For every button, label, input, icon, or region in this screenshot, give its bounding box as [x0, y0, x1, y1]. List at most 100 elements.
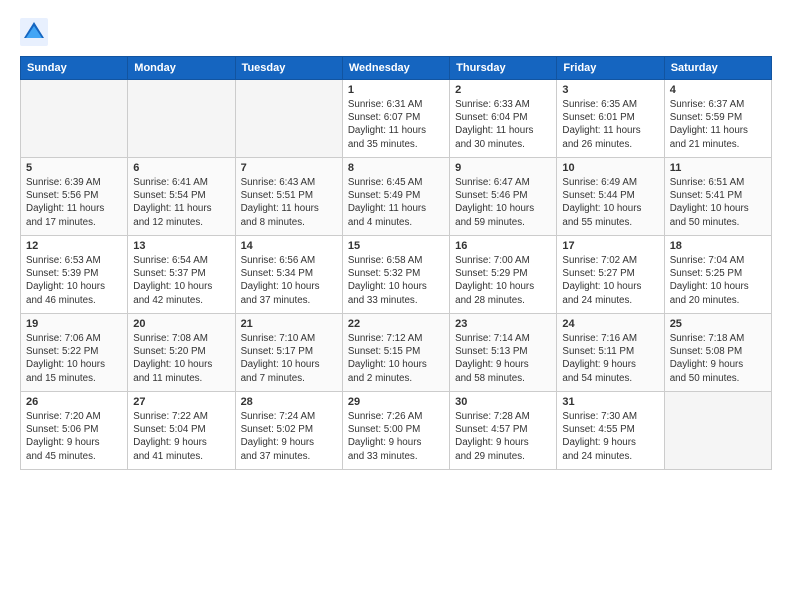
- day-info: Sunrise: 7:26 AMSunset: 5:00 PMDaylight:…: [348, 410, 444, 463]
- day-cell: 20 Sunrise: 7:08 AMSunset: 5:20 PMDayligh…: [128, 314, 235, 392]
- day-cell: [664, 392, 771, 470]
- day-number: 22: [348, 318, 444, 330]
- day-number: 1: [348, 84, 444, 96]
- day-info: Sunrise: 7:08 AMSunset: 5:20 PMDaylight:…: [133, 332, 229, 385]
- day-cell: 17 Sunrise: 7:02 AMSunset: 5:27 PMDayligh…: [557, 236, 664, 314]
- page: SundayMondayTuesdayWednesdayThursdayFrid…: [0, 0, 792, 480]
- day-info: Sunrise: 6:51 AMSunset: 5:41 PMDaylight:…: [670, 176, 766, 229]
- week-row-4: 26 Sunrise: 7:20 AMSunset: 5:06 PMDayligh…: [21, 392, 772, 470]
- day-cell: 10 Sunrise: 6:49 AMSunset: 5:44 PMDayligh…: [557, 158, 664, 236]
- day-cell: 5 Sunrise: 6:39 AMSunset: 5:56 PMDaylight…: [21, 158, 128, 236]
- day-cell: [235, 80, 342, 158]
- day-info: Sunrise: 6:35 AMSunset: 6:01 PMDaylight:…: [562, 98, 658, 151]
- day-info: Sunrise: 6:31 AMSunset: 6:07 PMDaylight:…: [348, 98, 444, 151]
- day-number: 16: [455, 240, 551, 252]
- day-info: Sunrise: 6:37 AMSunset: 5:59 PMDaylight:…: [670, 98, 766, 151]
- day-info: Sunrise: 7:12 AMSunset: 5:15 PMDaylight:…: [348, 332, 444, 385]
- day-info: Sunrise: 7:16 AMSunset: 5:11 PMDaylight:…: [562, 332, 658, 385]
- weekday-header-row: SundayMondayTuesdayWednesdayThursdayFrid…: [21, 57, 772, 80]
- day-number: 6: [133, 162, 229, 174]
- day-cell: 15 Sunrise: 6:58 AMSunset: 5:32 PMDayligh…: [342, 236, 449, 314]
- day-cell: 26 Sunrise: 7:20 AMSunset: 5:06 PMDayligh…: [21, 392, 128, 470]
- day-cell: [128, 80, 235, 158]
- day-cell: 3 Sunrise: 6:35 AMSunset: 6:01 PMDaylight…: [557, 80, 664, 158]
- day-cell: 21 Sunrise: 7:10 AMSunset: 5:17 PMDayligh…: [235, 314, 342, 392]
- header: [20, 18, 772, 46]
- day-info: Sunrise: 6:41 AMSunset: 5:54 PMDaylight:…: [133, 176, 229, 229]
- day-cell: 4 Sunrise: 6:37 AMSunset: 5:59 PMDaylight…: [664, 80, 771, 158]
- day-info: Sunrise: 7:02 AMSunset: 5:27 PMDaylight:…: [562, 254, 658, 307]
- logo: [20, 18, 52, 46]
- day-cell: 8Sunrise: 6:45 AMSunset: 5:49 PMDaylight…: [342, 158, 449, 236]
- day-cell: 13Sunrise: 6:54 AMSunset: 5:37 PMDayligh…: [128, 236, 235, 314]
- day-cell: 30 Sunrise: 7:28 AMSunset: 4:57 PMDayligh…: [450, 392, 557, 470]
- weekday-header-friday: Friday: [557, 57, 664, 80]
- day-number: 10: [562, 162, 658, 174]
- day-info: Sunrise: 6:49 AMSunset: 5:44 PMDaylight:…: [562, 176, 658, 229]
- weekday-header-sunday: Sunday: [21, 57, 128, 80]
- day-info: Sunrise: 7:18 AMSunset: 5:08 PMDaylight:…: [670, 332, 766, 385]
- day-cell: 28Sunrise: 7:24 AMSunset: 5:02 PMDayligh…: [235, 392, 342, 470]
- day-cell: 14Sunrise: 6:56 AMSunset: 5:34 PMDayligh…: [235, 236, 342, 314]
- day-cell: 22 Sunrise: 7:12 AMSunset: 5:15 PMDayligh…: [342, 314, 449, 392]
- day-info: Sunrise: 6:56 AMSunset: 5:34 PMDaylight:…: [241, 254, 337, 307]
- day-info: Sunrise: 6:43 AMSunset: 5:51 PMDaylight:…: [241, 176, 337, 229]
- day-number: 2: [455, 84, 551, 96]
- day-info: Sunrise: 7:00 AMSunset: 5:29 PMDaylight:…: [455, 254, 551, 307]
- weekday-header-monday: Monday: [128, 57, 235, 80]
- day-number: 26: [26, 396, 122, 408]
- day-info: Sunrise: 6:54 AMSunset: 5:37 PMDaylight:…: [133, 254, 229, 307]
- logo-icon: [20, 18, 48, 46]
- day-number: 12: [26, 240, 122, 252]
- day-info: Sunrise: 6:53 AMSunset: 5:39 PMDaylight:…: [26, 254, 122, 307]
- day-info: Sunrise: 6:47 AMSunset: 5:46 PMDaylight:…: [455, 176, 551, 229]
- day-number: 5: [26, 162, 122, 174]
- day-info: Sunrise: 7:22 AMSunset: 5:04 PMDaylight:…: [133, 410, 229, 463]
- day-number: 24: [562, 318, 658, 330]
- week-row-0: 1 Sunrise: 6:31 AMSunset: 6:07 PMDaylight…: [21, 80, 772, 158]
- day-info: Sunrise: 7:06 AMSunset: 5:22 PMDaylight:…: [26, 332, 122, 385]
- day-info: Sunrise: 7:28 AMSunset: 4:57 PMDaylight:…: [455, 410, 551, 463]
- day-info: Sunrise: 7:30 AMSunset: 4:55 PMDaylight:…: [562, 410, 658, 463]
- day-number: 29: [348, 396, 444, 408]
- day-number: 15: [348, 240, 444, 252]
- weekday-header-saturday: Saturday: [664, 57, 771, 80]
- week-row-1: 5 Sunrise: 6:39 AMSunset: 5:56 PMDaylight…: [21, 158, 772, 236]
- day-number: 17: [562, 240, 658, 252]
- day-number: 23: [455, 318, 551, 330]
- day-cell: 18 Sunrise: 7:04 AMSunset: 5:25 PMDayligh…: [664, 236, 771, 314]
- day-number: 30: [455, 396, 551, 408]
- day-cell: 11Sunrise: 6:51 AMSunset: 5:41 PMDayligh…: [664, 158, 771, 236]
- day-number: 20: [133, 318, 229, 330]
- day-info: Sunrise: 7:10 AMSunset: 5:17 PMDaylight:…: [241, 332, 337, 385]
- day-info: Sunrise: 7:04 AMSunset: 5:25 PMDaylight:…: [670, 254, 766, 307]
- day-number: 25: [670, 318, 766, 330]
- day-cell: 29 Sunrise: 7:26 AMSunset: 5:00 PMDayligh…: [342, 392, 449, 470]
- week-row-2: 12 Sunrise: 6:53 AMSunset: 5:39 PMDayligh…: [21, 236, 772, 314]
- day-info: Sunrise: 6:33 AMSunset: 6:04 PMDaylight:…: [455, 98, 551, 151]
- day-info: Sunrise: 6:58 AMSunset: 5:32 PMDaylight:…: [348, 254, 444, 307]
- day-cell: 24 Sunrise: 7:16 AMSunset: 5:11 PMDayligh…: [557, 314, 664, 392]
- day-cell: 2 Sunrise: 6:33 AMSunset: 6:04 PMDaylight…: [450, 80, 557, 158]
- weekday-header-thursday: Thursday: [450, 57, 557, 80]
- day-number: 31: [562, 396, 658, 408]
- day-info: Sunrise: 6:45 AMSunset: 5:49 PMDaylight:…: [348, 176, 444, 229]
- day-info: Sunrise: 7:20 AMSunset: 5:06 PMDaylight:…: [26, 410, 122, 463]
- day-number: 21: [241, 318, 337, 330]
- day-number: 28: [241, 396, 337, 408]
- day-number: 3: [562, 84, 658, 96]
- day-cell: 19 Sunrise: 7:06 AMSunset: 5:22 PMDayligh…: [21, 314, 128, 392]
- day-number: 18: [670, 240, 766, 252]
- day-cell: 25 Sunrise: 7:18 AMSunset: 5:08 PMDayligh…: [664, 314, 771, 392]
- day-cell: 1 Sunrise: 6:31 AMSunset: 6:07 PMDaylight…: [342, 80, 449, 158]
- day-number: 19: [26, 318, 122, 330]
- day-info: Sunrise: 6:39 AMSunset: 5:56 PMDaylight:…: [26, 176, 122, 229]
- day-number: 4: [670, 84, 766, 96]
- day-cell: 16 Sunrise: 7:00 AMSunset: 5:29 PMDayligh…: [450, 236, 557, 314]
- day-number: 9: [455, 162, 551, 174]
- day-cell: 27Sunrise: 7:22 AMSunset: 5:04 PMDayligh…: [128, 392, 235, 470]
- calendar: SundayMondayTuesdayWednesdayThursdayFrid…: [20, 56, 772, 470]
- day-cell: 12 Sunrise: 6:53 AMSunset: 5:39 PMDayligh…: [21, 236, 128, 314]
- weekday-header-tuesday: Tuesday: [235, 57, 342, 80]
- day-cell: 23Sunrise: 7:14 AMSunset: 5:13 PMDayligh…: [450, 314, 557, 392]
